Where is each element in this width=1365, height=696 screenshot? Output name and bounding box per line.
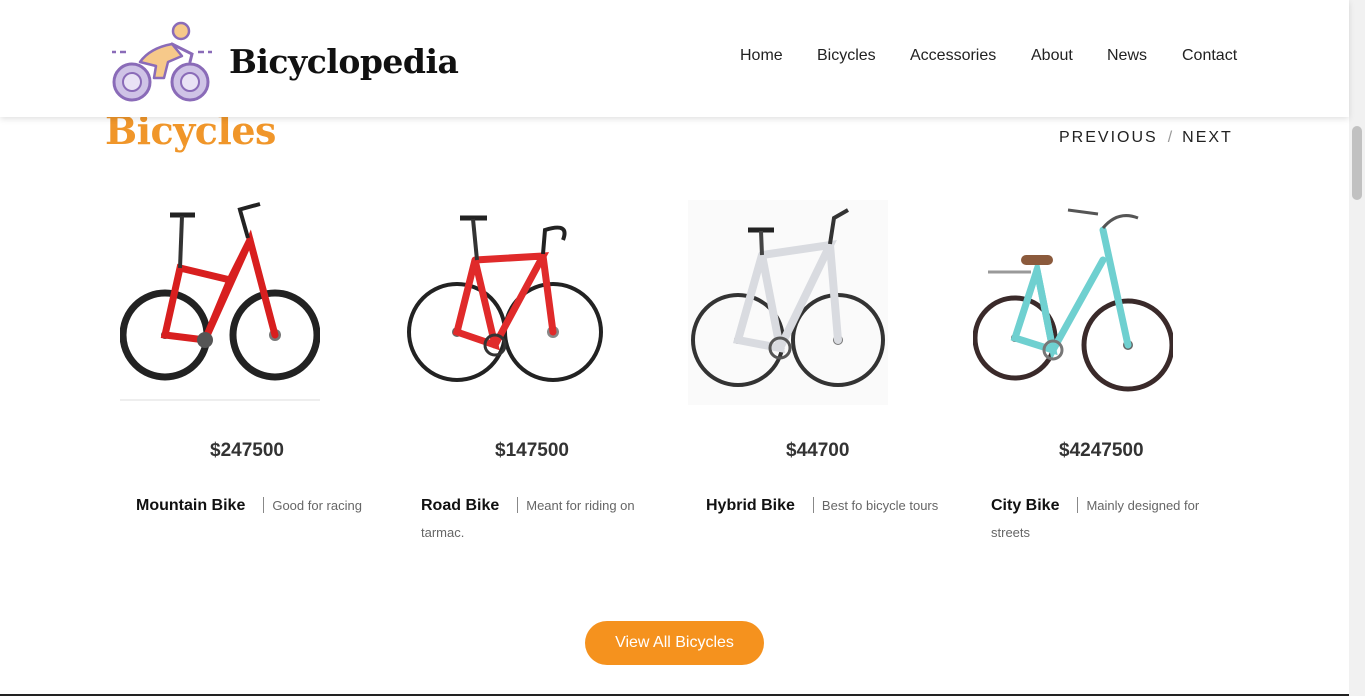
pager-separator: / [1167, 129, 1173, 146]
product-name[interactable]: Mountain Bike [136, 497, 245, 514]
scrollbar-thumb[interactable] [1352, 126, 1362, 200]
page-scrollbar[interactable] [1349, 0, 1365, 696]
road-bike-image[interactable] [405, 200, 605, 405]
site-header: Bicyclopedia Home Bicycles Accessories A… [0, 0, 1349, 117]
nav-bicycles[interactable]: Bicycles [817, 47, 876, 65]
main-nav: Home Bicycles Accessories About News Con… [0, 47, 1349, 71]
product-name[interactable]: Road Bike [421, 497, 499, 514]
mountain-bike-image[interactable] [120, 200, 320, 405]
product-card[interactable]: $247500 Mountain Bike Good for racing [120, 200, 390, 550]
product-name[interactable]: Hybrid Bike [706, 497, 795, 514]
nav-about[interactable]: About [1031, 47, 1073, 65]
product-card[interactable]: $147500 Road Bike Meant for riding on tar… [405, 200, 675, 550]
product-description: Best fo bicycle tours [821, 498, 939, 513]
product-card[interactable]: $4247500 City Bike Mainly designed for st… [973, 200, 1243, 550]
product-card[interactable]: $44700 Hybrid Bike Best fo bicycle tours [688, 200, 958, 550]
product-description: Good for racing [272, 498, 362, 513]
view-all-bicycles-button[interactable]: View All Bicycles [585, 621, 764, 665]
next-link[interactable]: NEXT [1182, 129, 1233, 146]
nav-accessories[interactable]: Accessories [910, 47, 996, 65]
nav-news[interactable]: News [1107, 47, 1147, 65]
product-name[interactable]: City Bike [991, 497, 1059, 514]
carousel-pager: PREVIOUS / NEXT [1059, 129, 1233, 147]
hybrid-bike-image[interactable] [688, 200, 888, 405]
nav-contact[interactable]: Contact [1182, 47, 1237, 65]
previous-link[interactable]: PREVIOUS [1059, 129, 1158, 146]
nav-home[interactable]: Home [740, 47, 783, 65]
city-bike-image[interactable] [973, 200, 1173, 405]
product-price: $4247500 [1059, 440, 1144, 461]
